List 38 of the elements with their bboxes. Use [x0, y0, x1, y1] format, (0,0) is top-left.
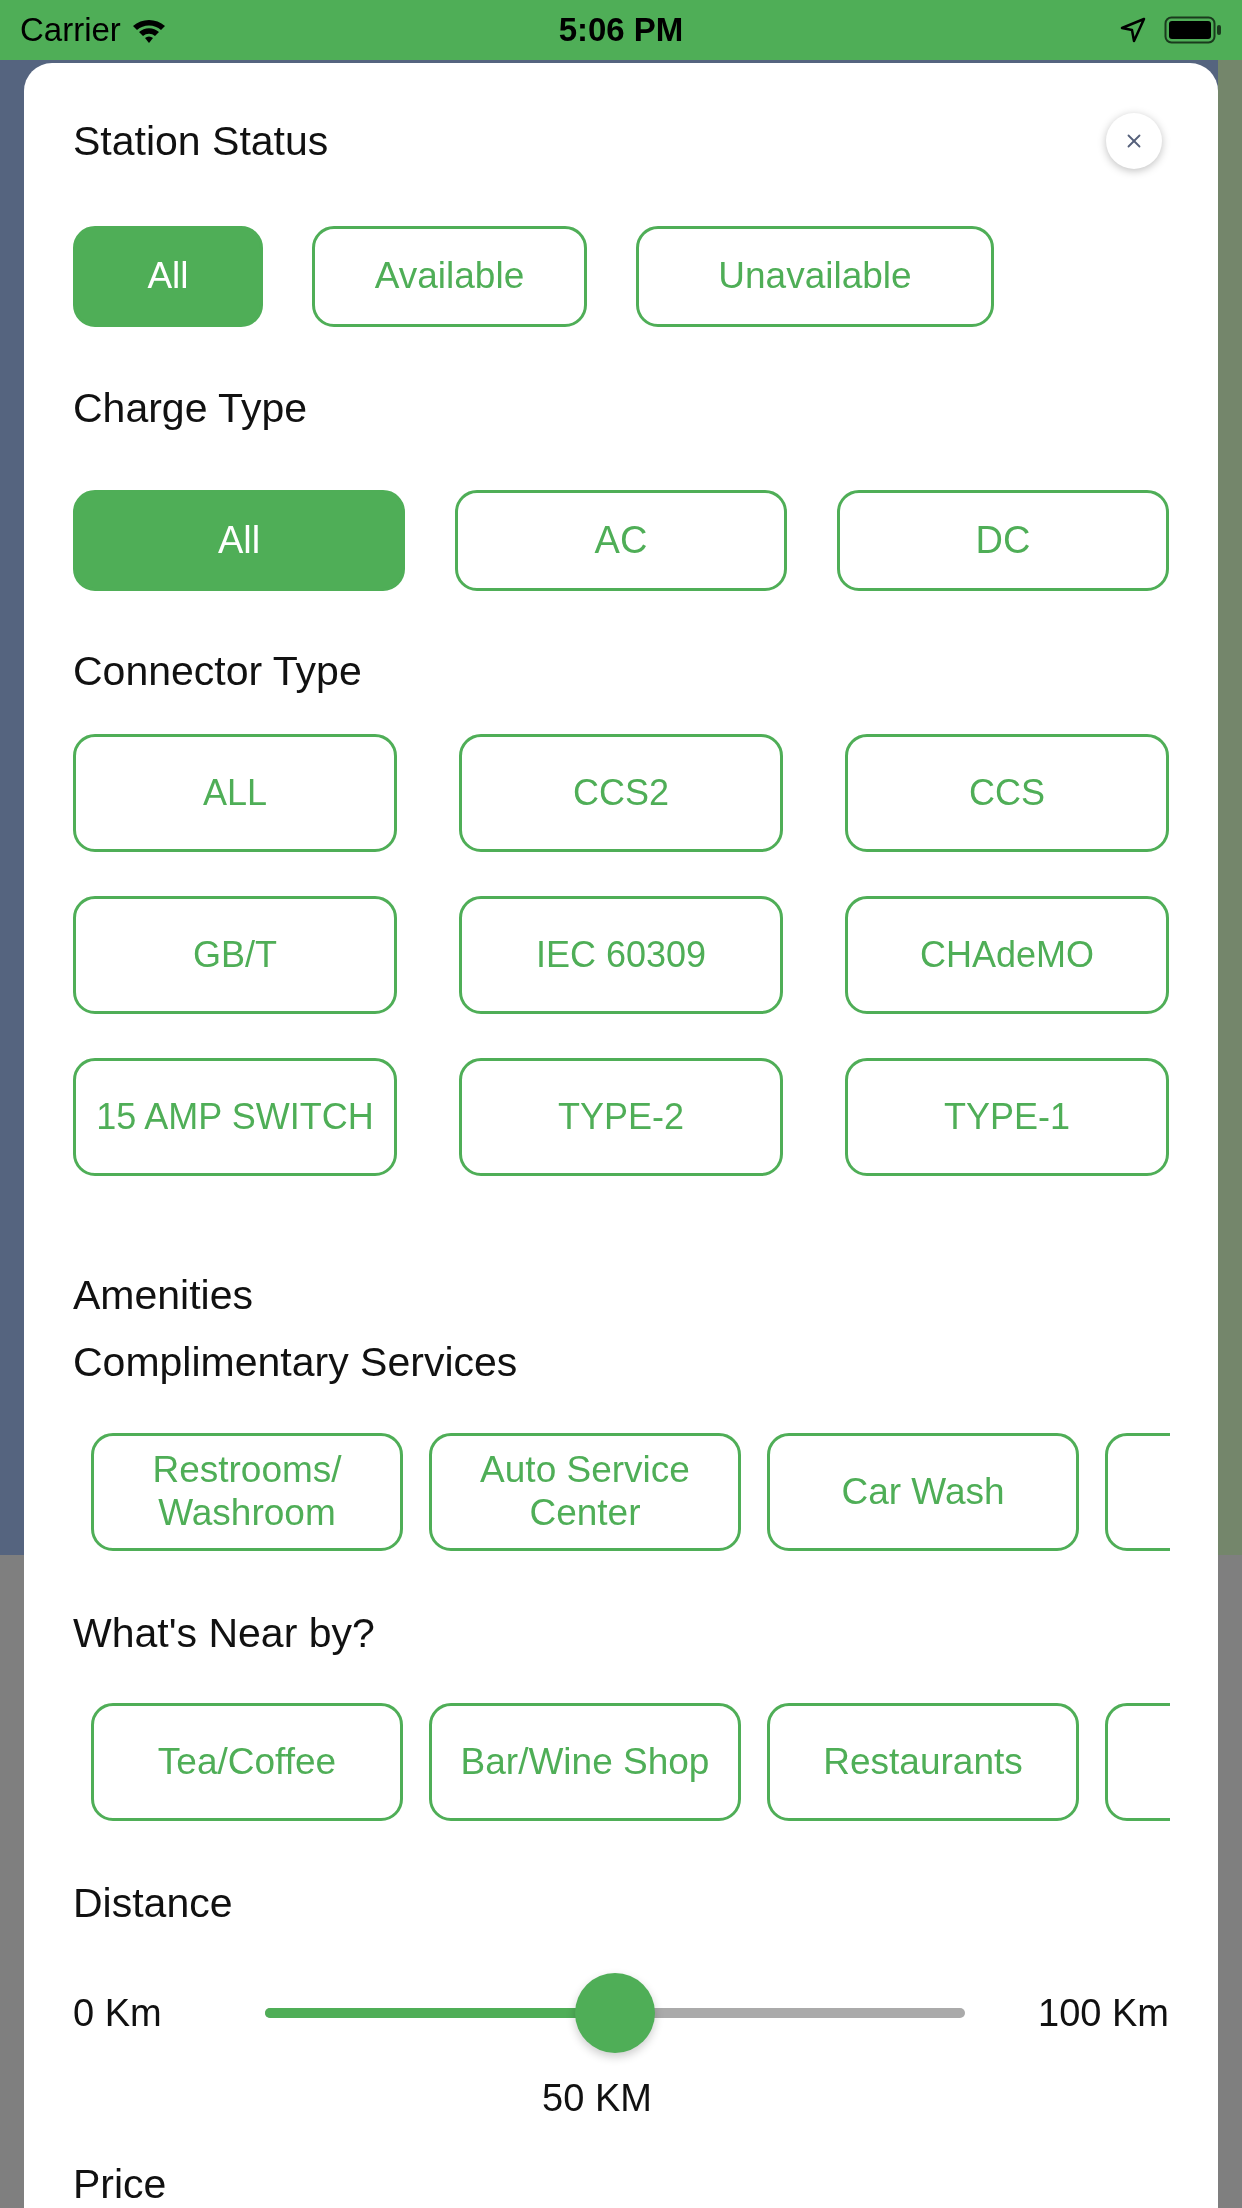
filter-chip[interactable]: GB/T — [73, 896, 397, 1014]
section-title: Charge Type — [73, 384, 308, 433]
section-title: Connector Type — [73, 647, 363, 696]
amenity-chip[interactable]: Restrooms/ Washroom — [91, 1433, 403, 1551]
filter-chip[interactable]: CCS — [845, 734, 1169, 852]
filter-chip[interactable]: DC — [837, 490, 1169, 591]
filter-chip[interactable]: CHAdeMO — [845, 896, 1169, 1014]
amenity-chip[interactable]: Car Wash — [767, 1433, 1079, 1551]
location-arrow-icon — [1120, 17, 1146, 43]
filter-chip[interactable]: CCS2 — [459, 734, 783, 852]
filter-chip[interactable]: TYPE-2 — [459, 1058, 783, 1176]
group-title: What's Near by? — [73, 1609, 376, 1658]
filter-chip[interactable]: Unavailable — [636, 226, 994, 327]
amenity-chip[interactable]: Tea/Coffee — [91, 1703, 403, 1821]
filter-chip[interactable]: 15 AMP SWITCH — [73, 1058, 397, 1176]
filter-chip[interactable]: All — [73, 226, 263, 327]
carrier-label: Carrier — [20, 11, 121, 49]
slider-thumb[interactable] — [574, 1973, 655, 2053]
section-title: Price — [73, 2160, 168, 2208]
distance-value: 50 KM — [542, 2076, 652, 2120]
filter-chip[interactable]: IEC 60309 — [459, 896, 783, 1014]
section-title: Station Status — [73, 117, 329, 166]
clock-time: 5:06 PM — [558, 11, 684, 49]
min-label: 0 Km — [73, 1991, 162, 2035]
close-button[interactable] — [1106, 113, 1162, 169]
battery-icon — [1164, 16, 1222, 44]
filter-chip[interactable]: TYPE-1 — [845, 1058, 1169, 1176]
group-title: Complimentary Services — [73, 1338, 519, 1387]
section-title: Amenities — [73, 1271, 254, 1320]
amenity-chip[interactable]: Bar/Wine Shop — [429, 1703, 741, 1821]
amenity-chip[interactable]: Auto Service Center — [429, 1433, 741, 1551]
filter-chip[interactable]: Available — [312, 226, 587, 327]
filter-chip[interactable]: All — [73, 490, 405, 591]
filter-chip[interactable]: AC — [455, 490, 787, 591]
section-title: Distance — [73, 1879, 234, 1928]
max-label: 100 Km — [1038, 1991, 1169, 2035]
filter-chip[interactable]: ALL — [73, 734, 397, 852]
amenity-chip[interactable]: Restaurants — [767, 1703, 1079, 1821]
